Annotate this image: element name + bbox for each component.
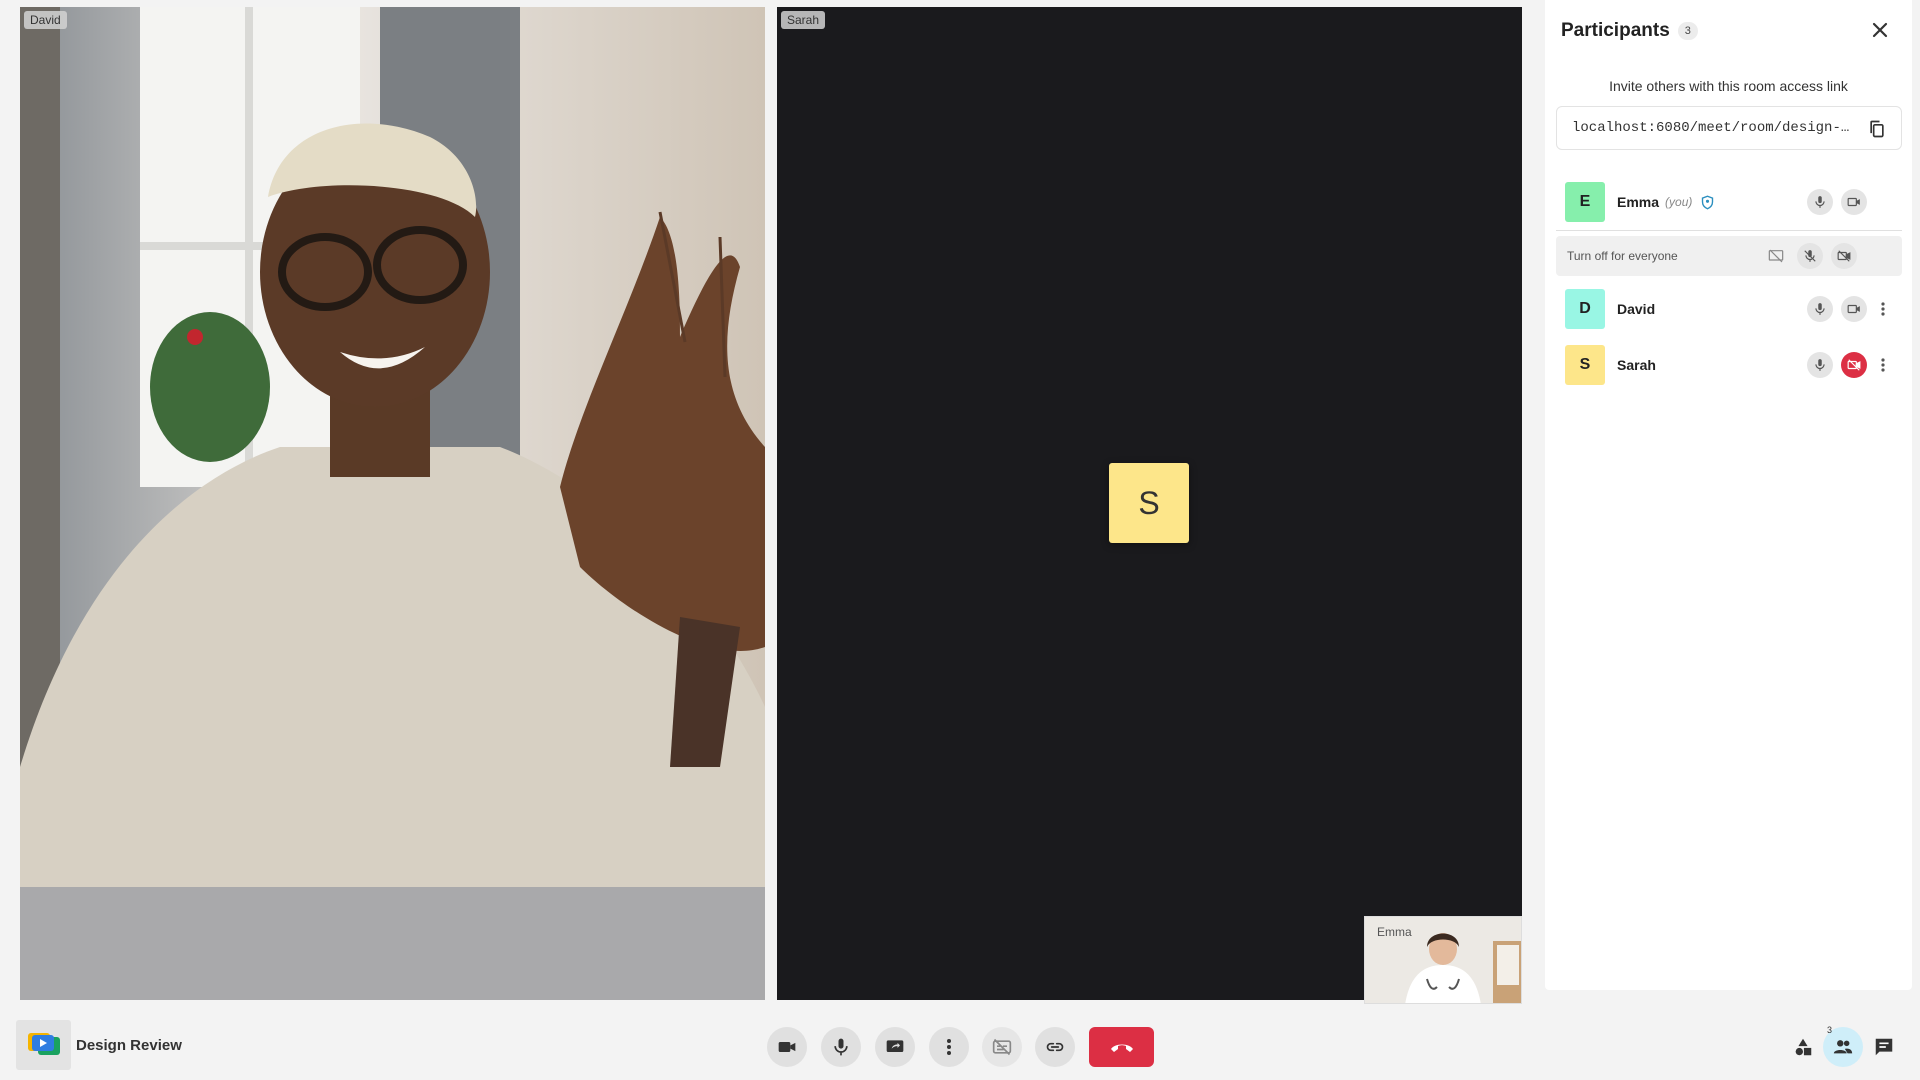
participant-name: David [1617,301,1656,317]
room-link-field[interactable]: localhost:6080/meet/room/design-review [1556,106,1902,150]
mic-off-icon [1804,250,1816,262]
panel-title: Participants [1561,20,1670,41]
camera-off-icon [1837,250,1851,262]
disable-all-cameras-button[interactable] [1831,243,1857,269]
camera-off-icon [1847,359,1861,371]
avatar: S [1109,463,1189,543]
you-tag: (you) [1665,195,1693,209]
participant-name-chip: Sarah [781,11,826,29]
moderator-shield-icon [1702,195,1714,210]
participants-toggle-button[interactable]: 3 [1823,1025,1863,1067]
screenshare-off-icon [1768,249,1784,263]
room-name: Design Review [76,1037,182,1054]
more-vertical-icon [1881,302,1885,316]
david-video-feed [20,7,765,1000]
mic-icon [1815,359,1825,371]
app-logo [16,1020,71,1070]
sarah-more-button[interactable] [1876,352,1890,378]
participant-row-sarah: S Sarah [1556,342,1902,388]
participant-name: Emma [1617,194,1660,210]
participants-panel: Participants 3 Invite others with this r… [1545,0,1912,990]
camera-icon [1847,197,1860,207]
sarah-camera-toggle[interactable] [1841,352,1867,378]
captions-off-icon [992,1038,1012,1056]
divider [1556,230,1902,231]
participant-name-chip: David [24,11,67,29]
participant-row-emma: E Emma (you) [1556,179,1902,225]
turn-off-for-everyone-label: Turn off for everyone [1567,249,1678,263]
end-call-button[interactable] [1089,1027,1154,1067]
emma-camera-toggle[interactable] [1841,189,1867,215]
avatar: S [1565,345,1605,385]
copy-link-button[interactable] [1867,119,1887,139]
activities-button[interactable] [1783,1027,1823,1067]
sarah-mic-toggle[interactable] [1807,352,1833,378]
participants-count-badge: 3 [1827,1025,1833,1035]
captions-toggle-button[interactable] [982,1027,1022,1067]
avatar: E [1565,182,1605,222]
more-options-button[interactable] [929,1027,969,1067]
app-logo-icon [27,1033,60,1055]
link-icon [1046,1042,1064,1052]
camera-icon [1847,304,1860,314]
people-icon [1833,1040,1853,1054]
mic-icon [1815,196,1825,208]
share-screen-icon [886,1040,904,1052]
hang-up-icon [1110,1044,1133,1052]
mic-icon [1815,303,1825,315]
video-tile-david[interactable]: David [20,7,765,1000]
avatar: D [1565,289,1605,329]
self-view-pip[interactable]: Emma [1364,916,1522,1004]
room-link-text: localhost:6080/meet/room/design-review [1572,120,1857,136]
mute-all-button[interactable] [1797,243,1823,269]
david-more-button[interactable] [1876,296,1890,322]
stop-all-screenshare-button[interactable] [1763,243,1789,269]
chat-icon [1875,1038,1893,1056]
more-vertical-icon [947,1039,951,1055]
shapes-icon [1795,1038,1812,1056]
emma-mic-toggle[interactable] [1807,189,1833,215]
more-vertical-icon [1881,358,1885,372]
turn-off-for-everyone-row: Turn off for everyone [1556,236,1902,276]
david-camera-toggle[interactable] [1841,296,1867,322]
close-icon [1872,22,1888,38]
panel-header: Participants 3 [1561,20,1698,42]
participant-name: Sarah [1617,357,1656,373]
camera-icon [778,1042,796,1052]
invite-text: Invite others with this room access link [1609,78,1848,94]
copy-invite-link-button[interactable] [1035,1027,1075,1067]
mic-toggle-button[interactable] [821,1027,861,1067]
camera-toggle-button[interactable] [767,1027,807,1067]
copy-icon [1870,120,1884,138]
chat-button[interactable] [1864,1027,1904,1067]
participant-name-chip: Emma [1377,925,1412,939]
david-mic-toggle[interactable] [1807,296,1833,322]
video-tile-sarah[interactable]: Sarah S [777,7,1522,1000]
participant-row-david: D David [1556,286,1902,332]
share-screen-button[interactable] [875,1027,915,1067]
mic-icon [834,1038,848,1056]
participant-count-badge: 3 [1677,22,1698,40]
close-panel-button[interactable] [1868,18,1892,42]
bottom-toolbar: Design Review 3 [0,1005,1920,1080]
